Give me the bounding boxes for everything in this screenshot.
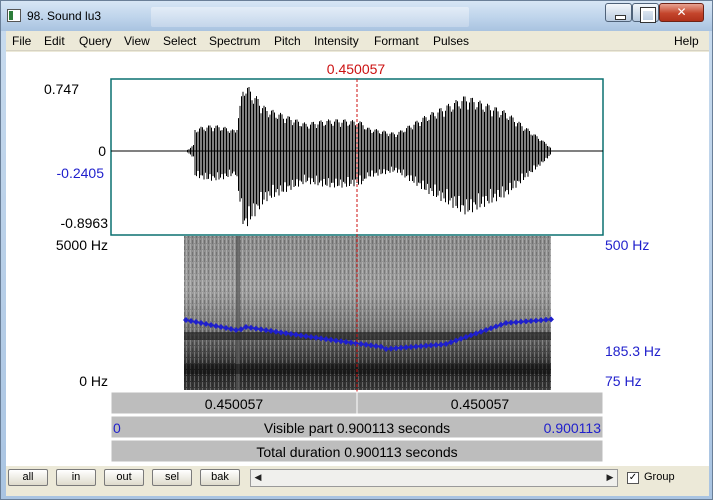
cursor-time-label: 0.450057	[327, 61, 386, 77]
waveform-zero-label: 0	[98, 143, 106, 159]
zoom-sel-button[interactable]: sel	[152, 469, 192, 486]
title-bar-highlight	[151, 7, 469, 27]
spectrogram-top-freq: 5000 Hz	[56, 237, 108, 253]
pitch-cursor-label: 185.3 Hz	[605, 343, 661, 359]
total-duration-label: Total duration 0.900113 seconds	[256, 444, 457, 460]
time-scrollbar[interactable]: ◀ ▶	[250, 469, 618, 487]
pitch-top-label: 500 Hz	[605, 237, 649, 253]
zoom-out-button[interactable]: out	[104, 469, 144, 486]
zoom-in-button[interactable]: in	[56, 469, 96, 486]
menu-file[interactable]: File	[12, 34, 31, 48]
menu-bar: File Edit Query View Select Spectrum Pit…	[6, 31, 709, 51]
client-area: File Edit Query View Select Spectrum Pit…	[6, 31, 709, 496]
visible-start-time: 0	[113, 420, 121, 436]
menu-edit[interactable]: Edit	[44, 34, 65, 48]
minimize-button[interactable]	[605, 3, 632, 22]
spectrogram-bottom-freq: 0 Hz	[79, 373, 108, 389]
visible-end-time: 0.900113	[544, 420, 602, 436]
arrow-left-icon[interactable]: ◀	[251, 470, 265, 486]
minimize-icon	[606, 4, 631, 21]
menu-pulses[interactable]: Pulses	[433, 34, 469, 48]
menu-query[interactable]: Query	[79, 34, 112, 48]
visible-part-label: Visible part 0.900113 seconds	[264, 420, 450, 436]
menu-pitch[interactable]: Pitch	[274, 34, 301, 48]
group-label: Group	[644, 471, 675, 483]
maximize-icon	[633, 4, 658, 23]
sound-editor-window: 98. Sound lu3 ✕ File Edit Query View Sel…	[0, 0, 713, 500]
zoom-all-button[interactable]: all	[8, 469, 48, 486]
menu-view[interactable]: View	[124, 34, 150, 48]
waveform-cursor-value: -0.2405	[57, 165, 105, 181]
close-button[interactable]: ✕	[659, 3, 704, 22]
selection-time-bar[interactable]	[110, 391, 604, 415]
zoom-back-button[interactable]: bak	[200, 469, 240, 486]
arrow-right-icon[interactable]: ▶	[603, 470, 617, 486]
menu-help[interactable]: Help	[674, 34, 699, 48]
waveform-max-label: 0.747	[44, 81, 79, 97]
left-segment-duration: 0.450057	[205, 396, 264, 412]
editor-drawing-area[interactable]: 0.450057 0.747 0 -0.2405 -0.8963 5000 Hz	[6, 52, 709, 466]
bottom-toolbar: all in out sel bak ◀ ▶ ✓ Group	[6, 466, 709, 496]
menu-intensity[interactable]: Intensity	[314, 34, 359, 48]
pitch-bottom-label: 75 Hz	[605, 373, 642, 389]
window-title: 98. Sound lu3	[27, 9, 102, 23]
group-checkbox[interactable]: ✓	[627, 472, 639, 484]
menu-spectrum[interactable]: Spectrum	[209, 34, 260, 48]
title-bar[interactable]: 98. Sound lu3 ✕	[1, 1, 712, 31]
praat-sound-icon	[7, 9, 21, 22]
menu-formant[interactable]: Formant	[374, 34, 419, 48]
close-icon: ✕	[676, 5, 687, 19]
maximize-button[interactable]	[632, 3, 659, 23]
menu-select[interactable]: Select	[163, 34, 196, 48]
right-segment-duration: 0.450057	[451, 396, 510, 412]
waveform-min-label: -0.8963	[61, 215, 109, 231]
